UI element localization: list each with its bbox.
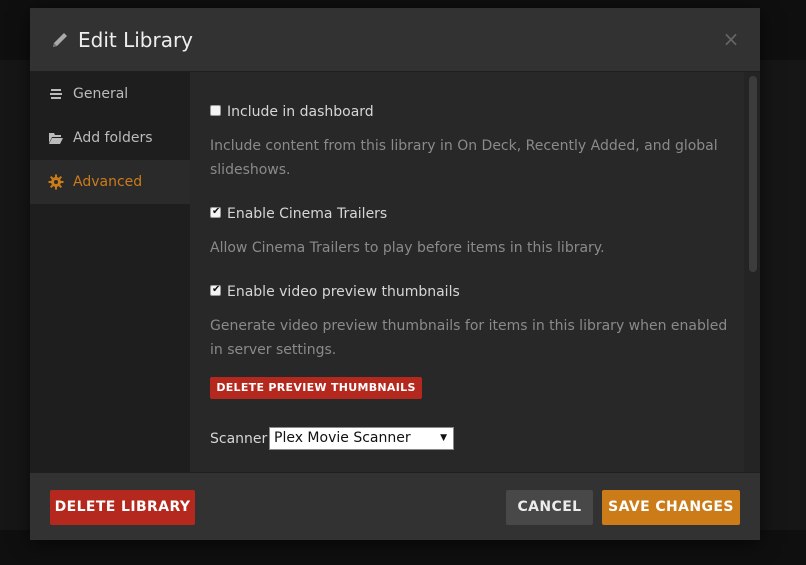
chevron-down-icon: ▼ — [440, 433, 447, 443]
cinema-trailers-help: Allow Cinema Trailers to play before ite… — [210, 240, 605, 256]
cinema-trailers-label: Enable Cinema Trailers — [227, 206, 388, 222]
pencil-icon — [53, 33, 67, 47]
scanner-select[interactable]: Plex Movie Scanner ▼ — [269, 427, 454, 450]
cinema-trailers-row[interactable]: ✔ Enable Cinema Trailers — [210, 203, 387, 225]
save-changes-button[interactable]: SAVE CHANGES — [602, 490, 740, 525]
delete-library-button[interactable]: DELETE LIBRARY — [50, 490, 195, 525]
video-previews-help: Generate video preview thumbnails for it… — [210, 318, 728, 358]
gear-icon — [48, 174, 64, 190]
video-previews-row[interactable]: ✔ Enable video preview thumbnails — [210, 281, 460, 303]
checkmark-icon: ✔ — [212, 205, 221, 217]
video-previews-checkbox[interactable]: ✔ — [210, 283, 221, 296]
close-button[interactable]: × — [720, 26, 742, 52]
general-lines-icon — [50, 89, 62, 99]
sidebar-item-label: Advanced — [73, 174, 143, 190]
scanner-select-value: Plex Movie Scanner — [274, 430, 411, 446]
scrollbar[interactable] — [744, 72, 760, 472]
scanner-label: Scanner — [210, 431, 268, 447]
include-dashboard-checkbox[interactable] — [210, 104, 221, 116]
edit-library-dialog: Edit Library × General Add folders Advan… — [30, 8, 760, 540]
scrollbar-thumb[interactable] — [749, 76, 757, 272]
cancel-button[interactable]: CANCEL — [506, 490, 593, 525]
delete-preview-thumbnails-button[interactable]: DELETE PREVIEW THUMBNAILS — [210, 377, 422, 399]
sidebar-item-general[interactable]: General — [30, 72, 190, 116]
video-previews-label: Enable video preview thumbnails — [227, 284, 460, 300]
advanced-settings-panel: Include in dashboard Include content fro… — [190, 72, 760, 472]
dialog-title: Edit Library — [78, 28, 194, 52]
sidebar-item-add-folders[interactable]: Add folders — [30, 116, 190, 160]
checkmark-icon: ✔ — [212, 283, 221, 295]
include-dashboard-label: Include in dashboard — [227, 104, 374, 120]
dialog-header: Edit Library × — [30, 8, 760, 72]
include-dashboard-help: Include content from this library in On … — [210, 138, 718, 178]
sidebar-item-label: Add folders — [73, 130, 153, 146]
folder-icon — [49, 133, 63, 144]
include-dashboard-row[interactable]: Include in dashboard — [210, 101, 374, 123]
cinema-trailers-checkbox[interactable]: ✔ — [210, 205, 221, 218]
dialog-footer: DELETE LIBRARY CANCEL SAVE CHANGES — [30, 472, 760, 540]
settings-sidebar: General Add folders Advanced — [30, 72, 190, 472]
sidebar-item-advanced[interactable]: Advanced — [30, 160, 190, 204]
sidebar-item-label: General — [73, 86, 129, 102]
